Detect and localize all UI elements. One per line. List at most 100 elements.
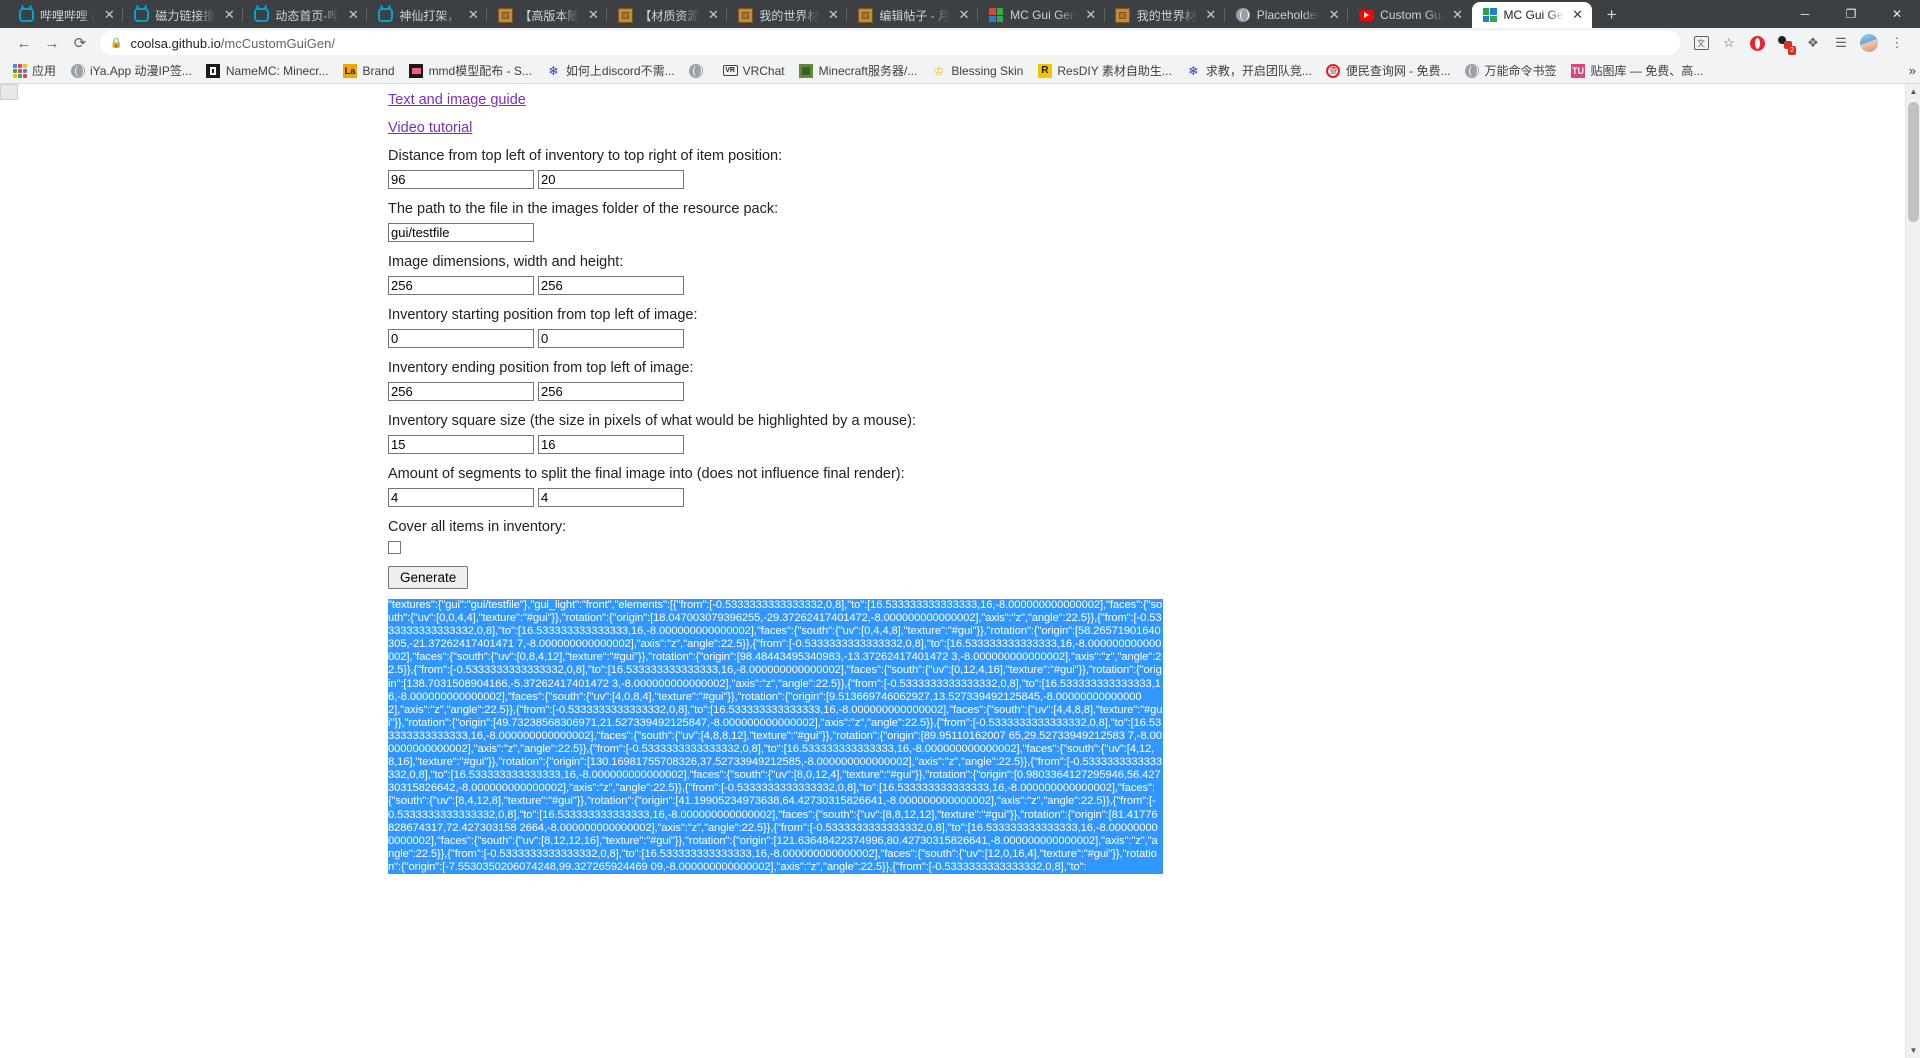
browser-tab-6[interactable]: 我的世界材 ✕ [726,2,847,28]
back-button[interactable]: ← [10,29,38,57]
image-width-input[interactable] [388,276,534,295]
address-bar[interactable]: 🔒 coolsa.github.io/mcCustomGuiGen/ [100,31,1680,55]
tab-close-icon[interactable]: ✕ [465,7,481,23]
scrollbar-up-arrow[interactable]: ▲ [1906,84,1920,99]
minecraft-crate-icon [737,7,753,23]
bookmark-label: 贴图库 — 免费、高... [1590,64,1704,78]
namemc-icon [206,63,221,78]
distance-x-input[interactable] [388,170,534,189]
inventory-start-y-input[interactable] [538,329,684,348]
bookmark-tuku[interactable]: TU 贴图库 — 免费、高... [1565,60,1710,81]
image-height-input[interactable] [538,276,684,295]
tab-close-icon[interactable]: ✕ [956,7,972,23]
cover-all-items-checkbox[interactable] [388,541,401,554]
profile-avatar[interactable] [1856,30,1882,56]
generate-button[interactable]: Generate [388,566,469,589]
toolbar-icon-group: 文 ☆ 2 ❖ ☰ ⋮ [1688,30,1910,56]
square-size-height-input[interactable] [538,435,684,454]
bookmark-bianmin[interactable]: 查 便民查询网 - 免费... [1320,60,1457,81]
bookmark-label: 应用 [32,64,57,78]
browser-tab-9[interactable]: 我的世界材 ✕ [1103,2,1225,28]
tab-close-icon[interactable]: ✕ [1203,7,1219,23]
bookmark-label: Brand [362,63,395,78]
inventory-end-x-input[interactable] [388,382,534,401]
square-size-width-input[interactable] [388,435,534,454]
browser-tab-1[interactable]: 磁力链接搜 ✕ [122,2,243,28]
file-path-input[interactable] [388,223,534,242]
distance-y-input[interactable] [538,170,684,189]
tab-close-icon[interactable]: ✕ [1083,7,1099,23]
browser-tab-8[interactable]: MC Gui Gen ✕ [977,2,1105,28]
label-cover-all-items: Cover all items in inventory: [388,519,567,535]
bookmark-iya-app[interactable]: iYa.App 动漫IP签... [64,60,198,81]
bookmark-blessing-skin[interactable]: ♔ Blessing Skin [925,61,1029,80]
bookmark-qiujiao[interactable]: ❄ 求教，开启团队竞... [1180,60,1318,81]
bookmark-brand[interactable]: La Brand [337,61,401,80]
maximize-button[interactable]: ❐ [1828,0,1874,28]
inventory-end-y-input[interactable] [538,382,684,401]
browser-tab-2[interactable]: 动态首页-哔 ✕ [242,2,367,28]
tab-close-icon[interactable]: ✕ [1450,7,1466,23]
browser-tab-5[interactable]: 【材质资源 ✕ [606,2,727,28]
video-tutorial-link[interactable]: Video tutorial [388,120,472,136]
bookmark-resdiy[interactable]: R ResDIY 素材自助生... [1031,60,1177,81]
bookmark-vrchat[interactable]: VR VRChat [717,61,791,80]
browser-tab-11[interactable]: Custom Gui ✕ [1347,2,1471,28]
bookmark-commands[interactable]: 万能命令书签 [1459,60,1563,81]
bookmark-minecraft-server[interactable]: Minecraft服务器/... [793,60,924,81]
browser-tab-10[interactable]: Placeholder ✕ [1223,2,1348,28]
browser-window: 哔哩哔哩 ( ✕ 磁力链接搜 ✕ 动态首页-哔 ✕ 神仙打架， ✕ 【高版本随 … [0,0,1920,1058]
extensions-puzzle-icon[interactable]: ❖ [1800,30,1826,56]
tab-close-icon[interactable]: ✕ [585,7,601,23]
page-scrollbar[interactable]: ▲ ▼ [1905,84,1920,1058]
bookmark-namemc[interactable]: NameMC: Minecr... [200,61,335,80]
chrome-menu-icon[interactable]: ⋮ [1884,30,1910,56]
translate-icon[interactable]: 文 [1688,30,1714,56]
tab-close-icon[interactable]: ✕ [221,7,237,23]
bookmark-star-icon[interactable]: ☆ [1716,30,1742,56]
tab-strip: 哔哩哔哩 ( ✕ 磁力链接搜 ✕ 动态首页-哔 ✕ 神仙打架， ✕ 【高版本随 … [0,0,1920,28]
new-tab-button[interactable]: + [1598,2,1626,28]
text-and-image-guide-link[interactable]: Text and image guide [388,92,526,108]
forward-button[interactable]: → [38,29,66,57]
scrollbar-down-arrow[interactable]: ▼ [1906,1043,1920,1058]
tab-title: 我的世界材 [1136,8,1197,23]
segments-y-input[interactable] [538,488,684,507]
bookmark-unnamed[interactable] [683,61,715,80]
tab-close-icon[interactable]: ✕ [345,7,361,23]
bookmark-label: NameMC: Minecr... [225,63,329,78]
browser-tab-4[interactable]: 【高版本随 ✕ [486,2,607,28]
mmd-icon [409,63,424,78]
bookmark-label: 求教，开启团队竞... [1205,64,1312,78]
browser-tab-0[interactable]: 哔哩哔哩 ( ✕ [8,2,123,28]
bookmark-apps[interactable]: 应用 [6,60,62,81]
minimize-button[interactable]: ─ [1782,0,1828,28]
playlist-icon[interactable]: ☰ [1828,30,1854,56]
reload-button[interactable]: ⟳ [66,29,94,57]
tab-close-icon[interactable]: ✕ [825,7,841,23]
browser-tab-3[interactable]: 神仙打架， ✕ [366,2,487,28]
adblock-icon[interactable]: 2 [1772,30,1798,56]
bookmark-mmd[interactable]: mmd模型配布 - S... [403,60,538,81]
segments-x-input[interactable] [388,488,534,507]
apps-grid-icon [12,63,27,78]
opera-extension-icon[interactable] [1744,30,1770,56]
tab-close-icon[interactable]: ✕ [101,7,117,23]
generated-json-output[interactable]: "textures":{"gui":"gui/testfile"},"gui_l… [388,599,1163,874]
tab-title: 我的世界材 [759,8,820,23]
bookmark-discord-guide[interactable]: ❄ 如何上discord不需... [540,60,681,81]
tab-close-icon[interactable]: ✕ [1326,7,1342,23]
close-window-button[interactable]: ✕ [1874,0,1920,28]
mcgui-icon [1482,7,1498,23]
tab-title: 【材质资源 [639,8,700,23]
browser-tab-7[interactable]: 编辑帖子 - 月 ✕ [846,2,978,28]
scrollbar-thumb[interactable] [1908,102,1919,222]
browser-tab-12-active[interactable]: MC Gui Ge ✕ [1471,2,1592,28]
tab-close-icon[interactable]: ✕ [705,7,721,23]
label-image-dimensions: Image dimensions, width and height: [388,254,624,270]
bilibili-icon [377,7,393,23]
tab-close-icon[interactable]: ✕ [1570,7,1586,23]
inventory-start-x-input[interactable] [388,329,534,348]
bookmark-label: Blessing Skin [951,63,1024,78]
bookmarks-overflow-chevron[interactable]: » [1909,63,1916,78]
